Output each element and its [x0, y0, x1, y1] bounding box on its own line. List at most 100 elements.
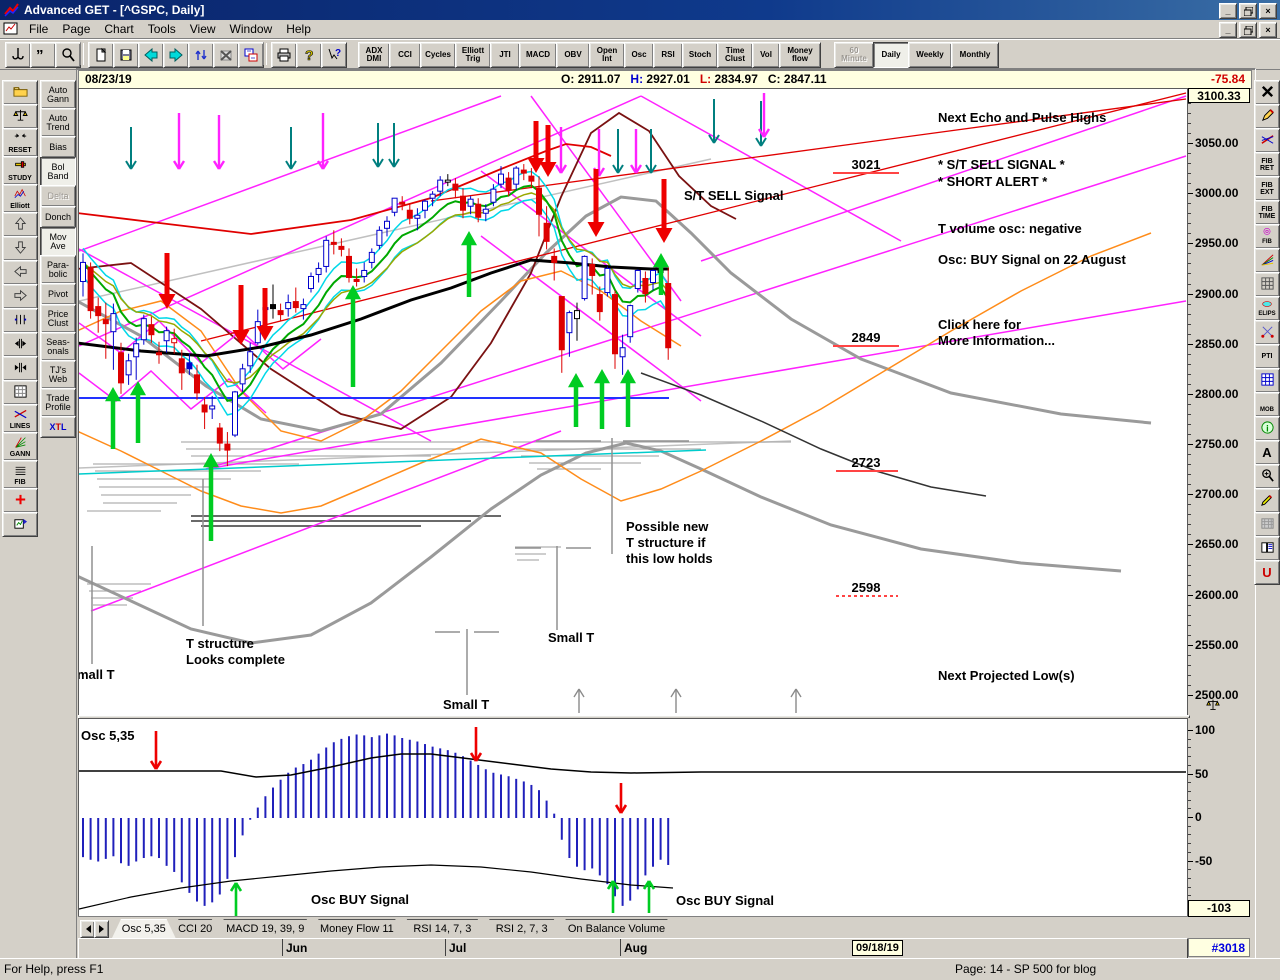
- oscillator-canvas[interactable]: Osc 5,35 Osc BUY Signal Osc BUY Signal: [78, 718, 1188, 918]
- tab-rsi-14-7-3[interactable]: RSI 14, 7, 3: [398, 919, 486, 938]
- menu-chart[interactable]: Chart: [97, 21, 140, 37]
- fib-button[interactable]: FIB: [2, 460, 38, 489]
- indicator-time-clust[interactable]: Time Clust: [717, 42, 753, 68]
- restore-button[interactable]: [1239, 3, 1257, 19]
- tab-money-flow-11[interactable]: Money Flow 11: [310, 919, 405, 938]
- child-restore-button[interactable]: [1239, 22, 1257, 38]
- indicator-cycles[interactable]: Cycles: [420, 42, 456, 68]
- context-help-button[interactable]: ?: [321, 42, 347, 68]
- grid2-button[interactable]: [1254, 272, 1280, 297]
- tool-tj-s-web[interactable]: TJ's Web: [40, 360, 76, 389]
- save-button[interactable]: [113, 42, 139, 68]
- tab-on-balance-volume[interactable]: On Balance Volume: [557, 919, 676, 938]
- arrow-right-button[interactable]: [2, 284, 38, 309]
- fib-ext-button[interactable]: FIB EXT: [1254, 176, 1280, 201]
- period-daily[interactable]: Daily: [873, 42, 909, 68]
- close-x-button[interactable]: [1254, 80, 1280, 105]
- tool-seas-onals[interactable]: Seas- onals: [40, 332, 76, 361]
- magnet-u-button[interactable]: U: [1254, 560, 1280, 585]
- tool-para-bolic[interactable]: Para- bolic: [40, 255, 76, 284]
- tab-cci-20[interactable]: CCI 20: [170, 919, 221, 938]
- period-60-minute[interactable]: 60 Minute: [834, 42, 874, 68]
- pti-button[interactable]: PTI: [1254, 344, 1280, 369]
- indicator-adx-dmi[interactable]: ADX DMI: [358, 42, 390, 68]
- tool-mov-ave[interactable]: Mov Ave: [40, 227, 76, 256]
- bar-spacing-button[interactable]: [2, 308, 38, 333]
- indicator-osc[interactable]: Osc: [624, 42, 654, 68]
- fib-ret-button[interactable]: FIB RET: [1254, 152, 1280, 177]
- fib-time-button[interactable]: FIB TIME: [1254, 200, 1280, 225]
- open-chart-button[interactable]: [2, 80, 38, 105]
- arrow-up-button[interactable]: [2, 212, 38, 237]
- tab-scroll-right[interactable]: [94, 920, 109, 938]
- axis-scales-icon[interactable]: [1206, 698, 1232, 714]
- tool-delta[interactable]: Delta: [40, 185, 76, 207]
- indicator-open-int[interactable]: Open Int: [589, 42, 625, 68]
- child-close-button[interactable]: ×: [1259, 22, 1277, 38]
- tool-bol-band[interactable]: Bol Band: [40, 157, 76, 186]
- help-button[interactable]: ?: [296, 42, 322, 68]
- more-info-link[interactable]: Click here for: [938, 317, 1021, 332]
- quote-button[interactable]: ”: [30, 42, 56, 68]
- anchor-button[interactable]: [5, 42, 31, 68]
- study-button[interactable]: STUDY: [2, 156, 38, 185]
- arrow-down-button[interactable]: [2, 236, 38, 261]
- indicator-macd[interactable]: MACD: [519, 42, 557, 68]
- new-page-button[interactable]: [88, 42, 114, 68]
- menu-window[interactable]: Window: [223, 21, 280, 37]
- more-info-link[interactable]: More Information...: [938, 333, 1055, 348]
- pencil-button[interactable]: [1254, 104, 1280, 129]
- indicator-stoch[interactable]: Stoch: [682, 42, 718, 68]
- pins-button[interactable]: [1254, 320, 1280, 345]
- menu-page[interactable]: Page: [55, 21, 97, 37]
- delete-button[interactable]: [213, 42, 239, 68]
- mob-button[interactable]: MOB: [1254, 392, 1280, 417]
- tab-rsi-2-7-3[interactable]: RSI 2, 7, 3: [481, 919, 563, 938]
- menu-help[interactable]: Help: [279, 21, 318, 37]
- ellipse-button[interactable]: ELIPS: [1254, 296, 1280, 321]
- menu-tools[interactable]: Tools: [141, 21, 183, 37]
- tool-pivot[interactable]: Pivot: [40, 283, 76, 305]
- prev-button[interactable]: [138, 42, 164, 68]
- tool-donch[interactable]: Donch: [40, 206, 76, 228]
- child-window-icon[interactable]: [3, 22, 19, 36]
- print-button[interactable]: [271, 42, 297, 68]
- indicator-obv[interactable]: OBV: [556, 42, 590, 68]
- next-button[interactable]: [163, 42, 189, 68]
- elliott-button[interactable]: Elliott: [2, 184, 38, 213]
- marker-button[interactable]: [1254, 488, 1280, 513]
- menu-file[interactable]: File: [22, 21, 55, 37]
- period-weekly[interactable]: Weekly: [908, 42, 952, 68]
- info-button[interactable]: i: [1254, 416, 1280, 441]
- indicator-money-flow[interactable]: Money flow: [779, 42, 821, 68]
- pattern-button[interactable]: [1254, 512, 1280, 537]
- tool-trade-profile[interactable]: Trade Profile: [40, 388, 76, 417]
- bar-expand-button[interactable]: [2, 356, 38, 381]
- tool-bias[interactable]: Bias: [40, 136, 76, 158]
- lines-button[interactable]: LINES: [2, 404, 38, 433]
- grid-button[interactable]: [2, 380, 38, 405]
- export-button[interactable]: [2, 512, 38, 537]
- tool-auto-gann[interactable]: Auto Gann: [40, 80, 76, 109]
- refresh-button[interactable]: [188, 42, 214, 68]
- price-chart-canvas[interactable]: Next Echo and Pulse Highs 3021 * S/T SELL …: [78, 88, 1188, 717]
- text-a-button[interactable]: A: [1254, 440, 1280, 465]
- trendlines-button[interactable]: [1254, 128, 1280, 153]
- scales-button[interactable]: [2, 104, 38, 129]
- bar-compress-button[interactable]: [2, 332, 38, 357]
- zoom-in-button[interactable]: [1254, 464, 1280, 489]
- date-box[interactable]: 09/18/19: [852, 940, 903, 956]
- period-monthly[interactable]: Monthly: [951, 42, 999, 68]
- fib-circle-button[interactable]: FIB: [1254, 224, 1280, 249]
- fan-button[interactable]: [1254, 248, 1280, 273]
- switch-button[interactable]: [238, 42, 264, 68]
- child-minimize-button[interactable]: _: [1219, 22, 1237, 38]
- indicator-jti[interactable]: JTI: [490, 42, 520, 68]
- indicator-rsi[interactable]: RSI: [653, 42, 683, 68]
- indicator-vol[interactable]: Vol: [752, 42, 780, 68]
- tool-xtl[interactable]: XTL: [40, 416, 76, 438]
- find-button[interactable]: [55, 42, 81, 68]
- crosshair-button[interactable]: [2, 488, 38, 513]
- arrow-left-button[interactable]: [2, 260, 38, 285]
- tab-osc-5-35[interactable]: Osc 5,35: [112, 919, 176, 938]
